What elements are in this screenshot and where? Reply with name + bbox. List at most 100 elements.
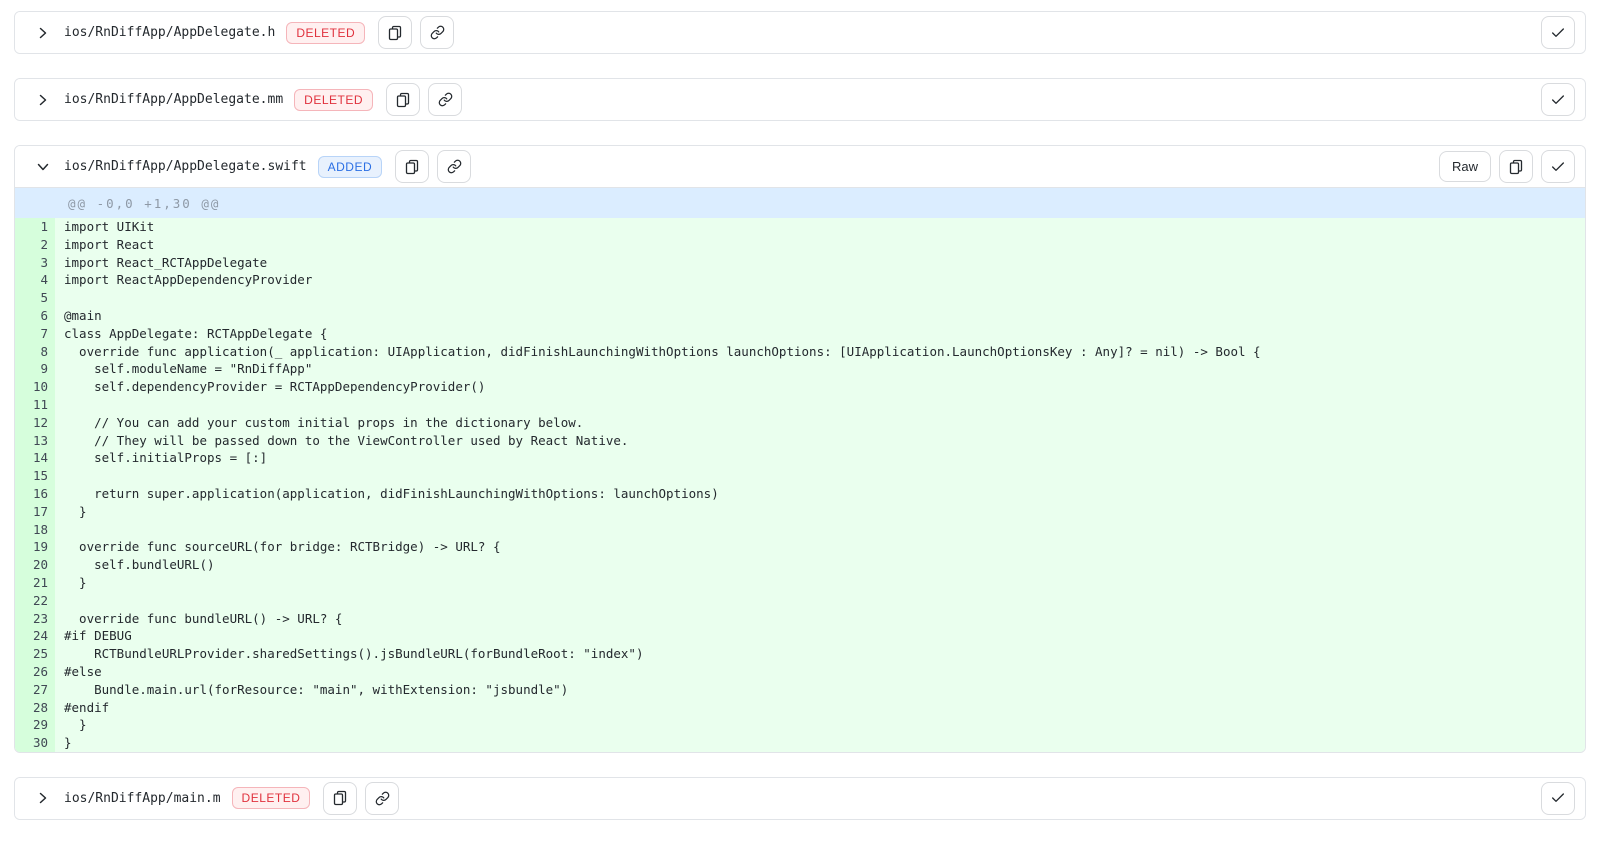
diff-line[interactable]: 18 [15, 521, 1585, 539]
diff-line[interactable]: 6 @main [15, 307, 1585, 325]
collapse-toggle-button[interactable] [35, 25, 51, 41]
chevron-down-icon [35, 159, 51, 175]
copy-path-button[interactable] [386, 83, 420, 116]
diff-line[interactable]: 15 [15, 467, 1585, 485]
diff-line[interactable]: 22 [15, 592, 1585, 610]
line-content: } [55, 734, 72, 752]
diff-line[interactable]: 9 self.moduleName = "RnDiffApp" [15, 360, 1585, 378]
line-content: #endif [55, 699, 109, 717]
copy-path-button[interactable] [395, 150, 429, 183]
diff-line[interactable]: 20 self.bundleURL() [15, 556, 1585, 574]
copy-link-button[interactable] [437, 150, 471, 183]
line-content: } [55, 503, 87, 521]
file-card-header: ios/RnDiffApp/AppDelegate.mm DELETED [15, 79, 1585, 120]
line-content: self.bundleURL() [55, 556, 215, 574]
diff-line[interactable]: 25 RCTBundleURLProvider.sharedSettings()… [15, 645, 1585, 663]
file-path: ios/RnDiffApp/AppDelegate.swift [64, 159, 307, 174]
hunk-header-text: @@ -0,0 +1,30 @@ [55, 196, 220, 211]
copy-file-contents-button[interactable] [1499, 150, 1533, 183]
file-card: ios/RnDiffApp/main.m DELETED [14, 777, 1586, 820]
line-number: 2 [15, 236, 55, 254]
diff-line[interactable]: 12 // You can add your custom initial pr… [15, 414, 1585, 432]
diff-line[interactable]: 4 import ReactAppDependencyProvider [15, 271, 1585, 289]
diff-line[interactable]: 13 // They will be passed down to the Vi… [15, 432, 1585, 450]
diff-line[interactable]: 21 } [15, 574, 1585, 592]
line-number: 26 [15, 663, 55, 681]
copy-path-button[interactable] [323, 782, 357, 815]
file-card-header-left: ios/RnDiffApp/AppDelegate.mm DELETED [35, 83, 462, 116]
line-number: 23 [15, 610, 55, 628]
copy-link-button[interactable] [420, 16, 454, 49]
file-card-header-right [1541, 83, 1575, 116]
diff-line[interactable]: 28 #endif [15, 699, 1585, 717]
diff-line[interactable]: 16 return super.application(application,… [15, 485, 1585, 503]
line-content: override func application(_ application:… [55, 343, 1261, 361]
line-number: 30 [15, 734, 55, 752]
line-number: 12 [15, 414, 55, 432]
file-card-header-left: ios/RnDiffApp/AppDelegate.swift ADDED [35, 150, 471, 183]
diff-line[interactable]: 14 self.initialProps = [:] [15, 449, 1585, 467]
diff-line[interactable]: 8 override func application(_ applicatio… [15, 343, 1585, 361]
check-icon [1550, 790, 1566, 806]
line-content: RCTBundleURLProvider.sharedSettings().js… [55, 645, 643, 663]
collapse-toggle-button[interactable] [35, 159, 51, 175]
diff-view: @@ -0,0 +1,30 @@ 1 import UIKit 2 import… [15, 187, 1585, 752]
line-content [55, 592, 64, 610]
file-card-header-left: ios/RnDiffApp/main.m DELETED [35, 782, 399, 815]
mark-done-button[interactable] [1541, 150, 1575, 183]
line-number: 14 [15, 449, 55, 467]
collapse-toggle-button[interactable] [35, 92, 51, 108]
line-content [55, 521, 64, 539]
diff-line[interactable]: 30 } [15, 734, 1585, 752]
line-number: 8 [15, 343, 55, 361]
line-number: 22 [15, 592, 55, 610]
file-diff-list: ios/RnDiffApp/AppDelegate.h DELETED [14, 11, 1586, 820]
mark-done-button[interactable] [1541, 782, 1575, 815]
copy-icon [1508, 159, 1524, 175]
copy-path-button[interactable] [378, 16, 412, 49]
diff-line[interactable]: 23 override func bundleURL() -> URL? { [15, 610, 1585, 628]
diff-line[interactable]: 24 #if DEBUG [15, 627, 1585, 645]
diff-line[interactable]: 2 import React [15, 236, 1585, 254]
diff-line[interactable]: 3 import React_RCTAppDelegate [15, 254, 1585, 272]
line-content [55, 289, 64, 307]
diff-line[interactable]: 29 } [15, 716, 1585, 734]
line-number: 20 [15, 556, 55, 574]
link-icon [430, 25, 445, 40]
file-card: ios/RnDiffApp/AppDelegate.swift ADDED [14, 145, 1586, 753]
line-number: 3 [15, 254, 55, 272]
mark-done-button[interactable] [1541, 83, 1575, 116]
diff-line[interactable]: 19 override func sourceURL(for bridge: R… [15, 538, 1585, 556]
line-number: 7 [15, 325, 55, 343]
diff-line[interactable]: 17 } [15, 503, 1585, 521]
line-number: 21 [15, 574, 55, 592]
file-path: ios/RnDiffApp/AppDelegate.mm [64, 92, 283, 107]
copy-link-button[interactable] [365, 782, 399, 815]
mark-done-button[interactable] [1541, 16, 1575, 49]
line-number: 6 [15, 307, 55, 325]
line-content: #else [55, 663, 102, 681]
file-card-header: ios/RnDiffApp/main.m DELETED [15, 778, 1585, 819]
line-content: #if DEBUG [55, 627, 132, 645]
diff-line[interactable]: 1 import UIKit [15, 218, 1585, 236]
copy-link-button[interactable] [428, 83, 462, 116]
check-icon [1550, 159, 1566, 175]
copy-icon [404, 159, 420, 175]
diff-line[interactable]: 27 Bundle.main.url(forResource: "main", … [15, 681, 1585, 699]
line-content: self.moduleName = "RnDiffApp" [55, 360, 312, 378]
diff-line[interactable]: 10 self.dependencyProvider = RCTAppDepen… [15, 378, 1585, 396]
line-content [55, 467, 64, 485]
diff-line[interactable]: 26 #else [15, 663, 1585, 681]
line-content: return super.application(application, di… [55, 485, 719, 503]
diff-line[interactable]: 7 class AppDelegate: RCTAppDelegate { [15, 325, 1585, 343]
line-number: 28 [15, 699, 55, 717]
link-icon [375, 791, 390, 806]
file-card: ios/RnDiffApp/AppDelegate.mm DELETED [14, 78, 1586, 121]
collapse-toggle-button[interactable] [35, 790, 51, 806]
line-number: 1 [15, 218, 55, 236]
status-badge: DELETED [294, 89, 373, 111]
file-card-header-right: Raw [1439, 150, 1575, 183]
diff-line[interactable]: 5 [15, 289, 1585, 307]
diff-line[interactable]: 11 [15, 396, 1585, 414]
raw-button[interactable]: Raw [1439, 151, 1491, 182]
